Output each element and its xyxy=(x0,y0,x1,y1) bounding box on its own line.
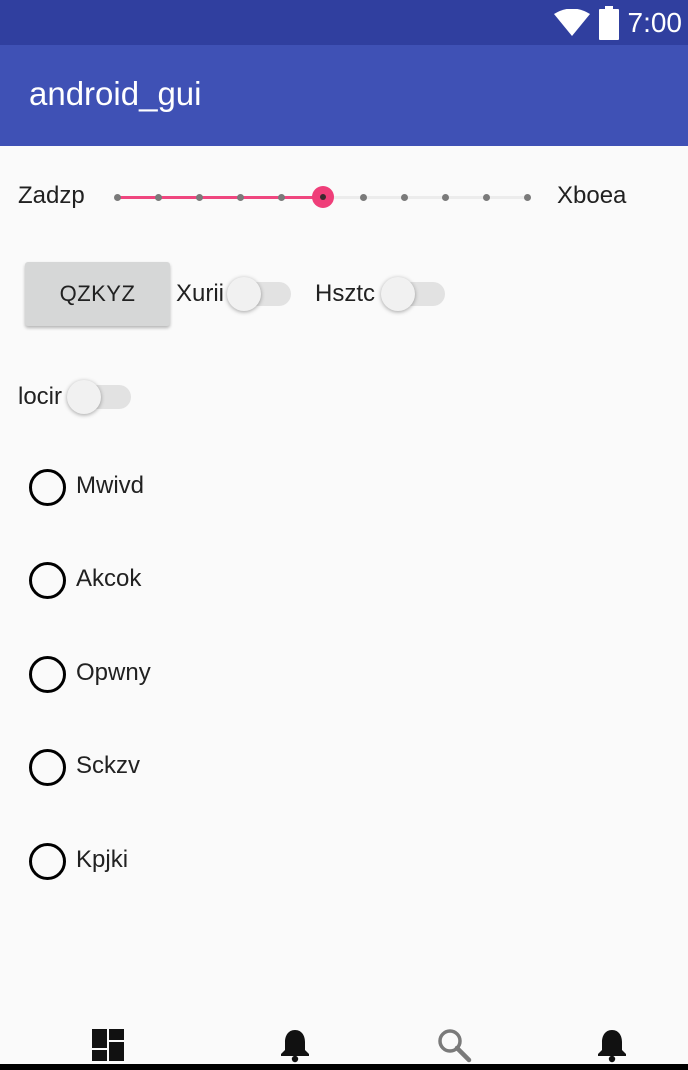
qzkyz-button[interactable]: QZKYZ xyxy=(25,262,170,326)
radio-button[interactable] xyxy=(29,562,66,599)
app-bar: android_gui xyxy=(0,45,688,146)
seekbar-tick xyxy=(155,194,162,201)
notifications-icon xyxy=(281,1030,309,1063)
radio-label[interactable]: Akcok xyxy=(76,565,141,593)
status-bar: 7:00 xyxy=(0,0,688,45)
radio-label[interactable]: Mwivd xyxy=(76,472,144,500)
radio-button[interactable] xyxy=(29,656,66,693)
seekbar-tick xyxy=(360,194,367,201)
seekbar-left-label: Zadzp xyxy=(18,182,85,209)
screen-bottom-edge xyxy=(0,1064,688,1070)
switch-label-locir: locir xyxy=(18,383,63,410)
seekbar-progress xyxy=(117,196,323,199)
battery-icon xyxy=(598,6,619,40)
nav-item-search[interactable] xyxy=(436,1027,472,1063)
switch-label-xurii: Xurii xyxy=(176,280,225,307)
wifi-icon xyxy=(553,9,590,36)
status-time: 7:00 xyxy=(627,7,683,38)
seekbar-tick xyxy=(237,194,244,201)
seekbar-tick xyxy=(442,194,449,201)
seekbar-tick xyxy=(524,194,531,201)
seekbar-right-label: Xboea xyxy=(557,182,627,209)
radio-button[interactable] xyxy=(29,469,66,506)
dashboard-icon xyxy=(92,1029,124,1061)
radio-label[interactable]: Kpjki xyxy=(76,846,128,874)
seekbar-tick xyxy=(278,194,285,201)
nav-item-dashboard[interactable] xyxy=(90,1027,126,1063)
radio-button[interactable] xyxy=(29,749,66,786)
seekbar-tick xyxy=(196,194,203,201)
radio-label[interactable]: Opwny xyxy=(76,659,151,687)
seekbar-thumb[interactable] xyxy=(312,186,334,208)
switch-label-hsztc: Hsztc xyxy=(315,280,375,307)
seekbar-tick xyxy=(483,194,490,201)
switch-thumb[interactable] xyxy=(227,277,261,311)
switch-thumb[interactable] xyxy=(67,380,101,414)
status-icons: 7:00 xyxy=(553,4,683,42)
app-title: android_gui xyxy=(29,75,202,112)
nav-item-notifications-2[interactable] xyxy=(594,1027,630,1063)
bottom-navigation xyxy=(0,1018,688,1070)
search-icon xyxy=(438,1029,472,1063)
seekbar-tick xyxy=(114,194,121,201)
seekbar-tick xyxy=(401,194,408,201)
radio-button[interactable] xyxy=(29,843,66,880)
nav-item-notifications[interactable] xyxy=(277,1027,313,1063)
radio-label[interactable]: Sckzv xyxy=(76,752,140,780)
notifications-icon xyxy=(598,1030,626,1063)
switch-thumb[interactable] xyxy=(381,277,415,311)
